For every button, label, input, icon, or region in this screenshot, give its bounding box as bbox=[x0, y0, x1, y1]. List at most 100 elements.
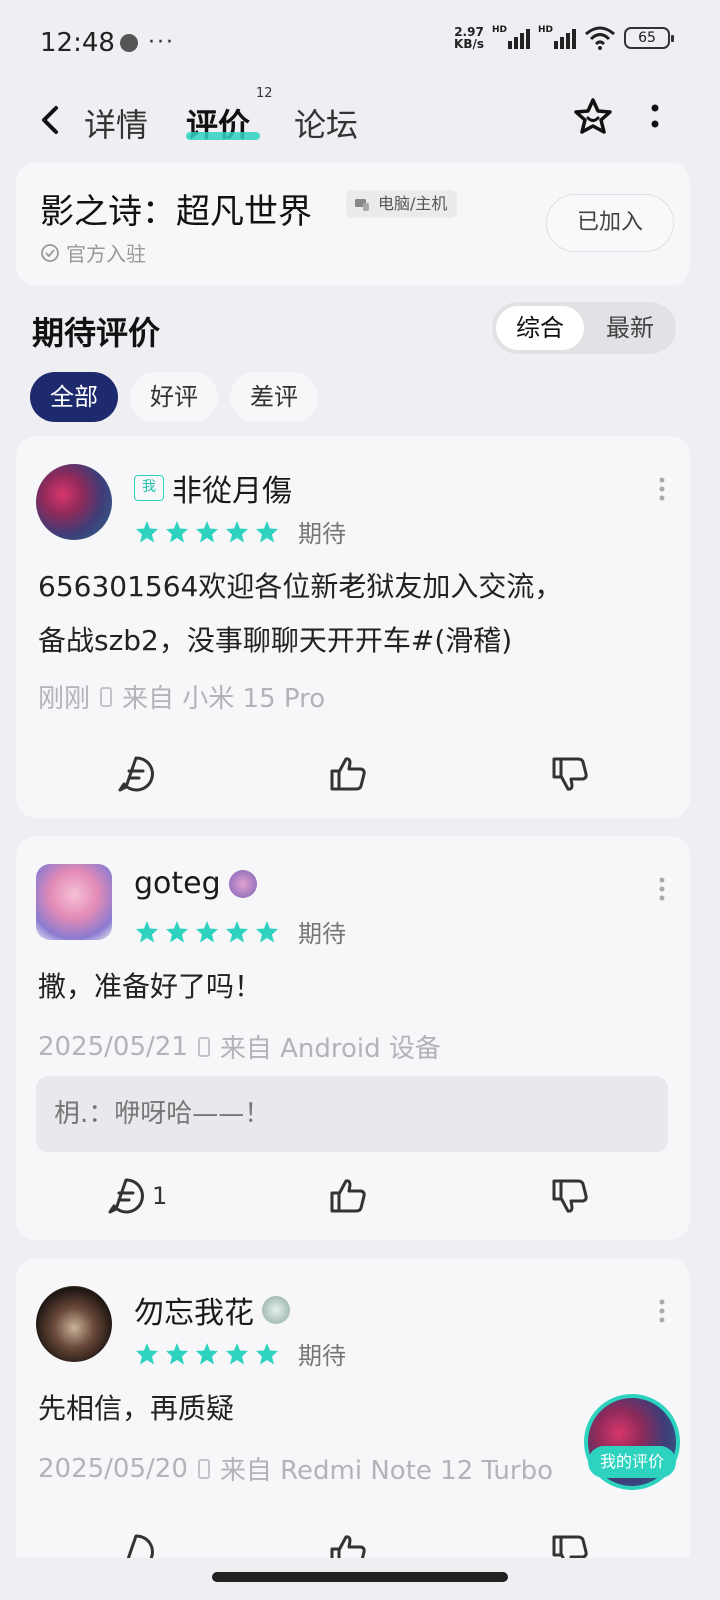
review-source: 来自 小米 15 Pro bbox=[122, 684, 326, 714]
star-icon bbox=[136, 920, 158, 942]
more-options-icon[interactable] bbox=[658, 476, 666, 502]
avatar[interactable] bbox=[36, 1286, 112, 1362]
comment-count: 1 bbox=[152, 1182, 168, 1210]
review-meta: 2025/05/20 来自 Redmi Note 12 Turbo bbox=[38, 1450, 553, 1487]
star-icon bbox=[166, 520, 188, 542]
dislike-button[interactable] bbox=[550, 1522, 590, 1558]
thumbs-up-icon bbox=[330, 757, 366, 791]
more-options-icon[interactable] bbox=[658, 1298, 666, 1324]
filter-chips: 全部 好评 差评 bbox=[30, 372, 318, 422]
notification-icon bbox=[120, 33, 138, 52]
favorite-star-icon[interactable] bbox=[572, 96, 614, 138]
star-icon bbox=[196, 920, 218, 942]
home-indicator[interactable] bbox=[212, 1572, 508, 1582]
signal-icon: HD bbox=[492, 25, 530, 49]
joined-button[interactable]: 已加入 bbox=[546, 194, 674, 252]
tab-forum[interactable]: 论坛 bbox=[294, 100, 358, 146]
review-meta: 2025/05/21 来自 Android 设备 bbox=[38, 1028, 441, 1065]
tab-details[interactable]: 详情 bbox=[84, 100, 148, 146]
star-icon bbox=[166, 1342, 188, 1364]
review-time: 刚刚 bbox=[38, 684, 91, 714]
review-source: 来自 Redmi Note 12 Turbo bbox=[219, 1456, 554, 1486]
star-icon bbox=[136, 520, 158, 542]
wifi-icon bbox=[585, 26, 615, 50]
more-options-icon[interactable] bbox=[658, 876, 666, 902]
tab-active-indicator bbox=[186, 132, 260, 140]
username[interactable]: 非從月傷 bbox=[172, 466, 292, 510]
rating-label: 期待 bbox=[298, 1342, 346, 1370]
sort-toggle: 综合 最新 bbox=[492, 302, 676, 354]
star-icon bbox=[166, 920, 188, 942]
phone-icon bbox=[197, 1036, 210, 1057]
star-icon bbox=[226, 920, 248, 942]
sort-latest[interactable]: 最新 bbox=[586, 306, 674, 350]
section-title: 期待评价 bbox=[32, 314, 161, 352]
review-card: 勿忘我花 期待 先相信，再质疑 2025/05/20 来自 Redmi Note… bbox=[16, 1258, 690, 1558]
star-icon bbox=[256, 1342, 278, 1364]
game-title: 影之诗：超凡世界 bbox=[40, 192, 312, 232]
status-time: 12:48 bbox=[40, 28, 115, 58]
review-content: 656301564欢迎各位新老狱友加入交流， 备战szb2，没事聊聊天开开车#(… bbox=[38, 570, 563, 657]
user-badge-icon bbox=[228, 869, 257, 898]
star-icon bbox=[196, 1342, 218, 1364]
review-count-badge: 12 bbox=[256, 86, 273, 101]
phone-icon bbox=[100, 686, 113, 707]
platform-tag: 电脑/主机 bbox=[346, 190, 458, 218]
dislike-button[interactable] bbox=[550, 744, 590, 804]
game-card: 影之诗：超凡世界 电脑/主机 官方入驻 已加入 bbox=[16, 162, 690, 286]
star-icon bbox=[136, 1342, 158, 1364]
review-actions: 1 bbox=[16, 1166, 690, 1226]
username[interactable]: 勿忘我花 bbox=[134, 1288, 254, 1332]
sort-overall[interactable]: 综合 bbox=[496, 306, 584, 350]
review-source: 来自 Android 设备 bbox=[219, 1034, 441, 1064]
like-button[interactable] bbox=[328, 1166, 368, 1226]
username[interactable]: goteg bbox=[134, 866, 221, 901]
official-label: 官方入驻 bbox=[40, 238, 146, 267]
battery-icon: 65 bbox=[624, 27, 674, 49]
review-card: 我 非從月傷 期待 656301564欢迎各位新老狱友加入交流， 备战szb2，… bbox=[16, 436, 690, 818]
comment-icon bbox=[108, 1178, 144, 1214]
rating-stars: 期待 bbox=[134, 1336, 346, 1371]
rating-stars: 期待 bbox=[134, 914, 346, 949]
comment-icon bbox=[118, 756, 154, 792]
network-speed: 2.97 KB/s bbox=[454, 25, 484, 51]
user-badge-icon bbox=[262, 1296, 290, 1324]
rating-label: 期待 bbox=[298, 920, 346, 948]
rating-stars: 期待 bbox=[134, 514, 346, 549]
review-time: 2025/05/20 bbox=[38, 1453, 188, 1484]
review-actions bbox=[16, 744, 690, 804]
comment-button[interactable] bbox=[116, 744, 156, 804]
more-notifications-icon: ··· bbox=[148, 30, 175, 55]
review-actions bbox=[16, 1522, 690, 1558]
reply-preview[interactable]: 枂.：咿呀哈——！ bbox=[36, 1076, 668, 1152]
back-arrow-icon[interactable] bbox=[34, 100, 70, 140]
star-icon bbox=[256, 920, 278, 942]
avatar[interactable] bbox=[36, 464, 112, 540]
star-icon bbox=[256, 520, 278, 542]
top-nav: 详情 评价 论坛 bbox=[0, 86, 720, 156]
review-card: goteg 期待 撒，准备好了吗！ 2025/05/21 来自 Android … bbox=[16, 836, 690, 1240]
like-button[interactable] bbox=[328, 744, 368, 804]
me-badge: 我 bbox=[134, 475, 164, 501]
more-options-icon[interactable] bbox=[648, 100, 662, 134]
filter-positive[interactable]: 好评 bbox=[130, 372, 218, 422]
review-meta: 刚刚 来自 小米 15 Pro bbox=[38, 678, 325, 715]
review-content: 先相信，再质疑 bbox=[38, 1392, 235, 1425]
dislike-button[interactable] bbox=[550, 1166, 590, 1226]
star-icon bbox=[226, 1342, 248, 1364]
thumbs-down-icon bbox=[552, 1535, 588, 1558]
rating-label: 期待 bbox=[298, 520, 346, 548]
comment-button[interactable]: 1 bbox=[106, 1166, 167, 1226]
like-button[interactable] bbox=[328, 1522, 368, 1558]
thumbs-down-icon bbox=[552, 757, 588, 791]
phone-icon bbox=[197, 1458, 210, 1479]
review-content: 撒，准备好了吗！ bbox=[38, 970, 263, 1003]
thumbs-up-icon bbox=[330, 1179, 366, 1213]
review-time: 2025/05/21 bbox=[38, 1031, 188, 1062]
filter-all[interactable]: 全部 bbox=[30, 372, 118, 422]
filter-negative[interactable]: 差评 bbox=[230, 372, 318, 422]
comment-button[interactable] bbox=[116, 1522, 156, 1558]
avatar[interactable] bbox=[36, 864, 112, 940]
my-review-button[interactable]: 我的评价 bbox=[588, 1446, 676, 1478]
thumbs-down-icon bbox=[552, 1179, 588, 1213]
